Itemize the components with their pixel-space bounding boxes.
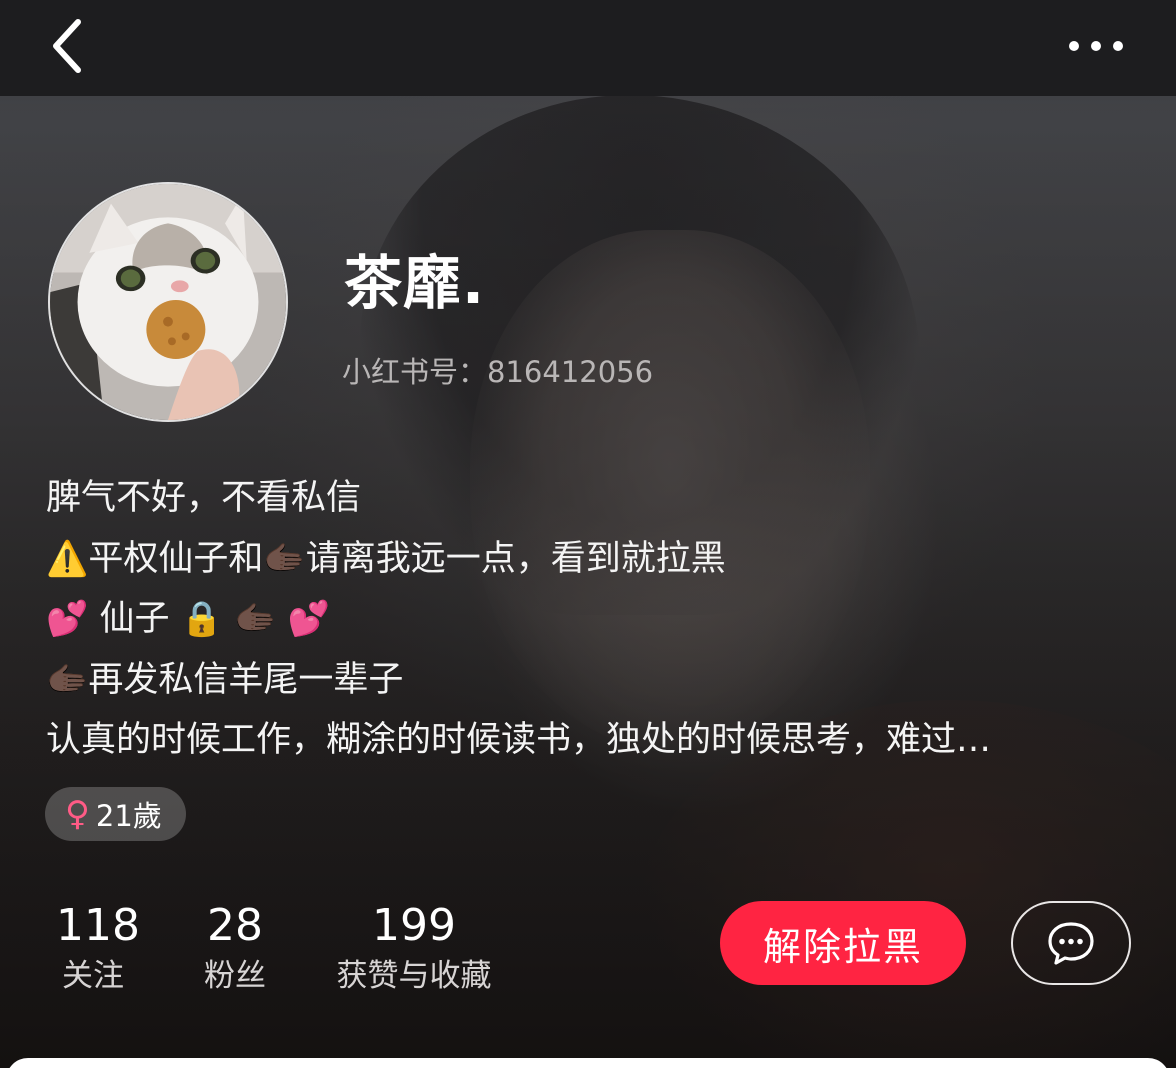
warning-emoji-icon: ⚠️ — [46, 538, 89, 579]
chat-bubble-icon — [1048, 922, 1094, 965]
following-label: 关注 — [62, 958, 124, 994]
bio-line-2: ⚠️平权仙子和🫱🏿请离我远一点，看到就拉黑 — [46, 538, 726, 579]
profile-screen: 茶靡. 小红书号：816412056 脾气不好，不看私信 ⚠️平权仙子和🫱🏿请离… — [0, 0, 1176, 1068]
two-hearts-emoji-icon: 💕 — [287, 599, 330, 639]
content-sheet-edge — [6, 1058, 1170, 1068]
bio[interactable]: 脾气不好，不看私信 ⚠️平权仙子和🫱🏿请离我远一点，看到就拉黑 💕 仙子 🔒 🫱… — [46, 468, 1126, 771]
red-id[interactable]: 小红书号：816412056 — [342, 352, 653, 392]
hand-emoji-icon: 🫱🏿 — [46, 659, 89, 700]
bio-line-4: 🫱🏿再发私信羊尾一辈子 — [46, 659, 404, 700]
avatar[interactable] — [48, 182, 288, 422]
message-button[interactable] — [1011, 901, 1131, 985]
hand-emoji-icon: 🫱🏿 — [234, 599, 277, 639]
followers-count: 28 — [207, 900, 263, 951]
followers-label: 粉丝 — [204, 958, 266, 994]
stat-followers[interactable]: 28 粉丝 — [200, 898, 270, 998]
back-button[interactable] — [40, 14, 100, 78]
nickname: 茶靡. — [344, 249, 486, 317]
following-count: 118 — [56, 900, 140, 951]
lock-emoji-icon: 🔒 — [180, 599, 223, 639]
more-dots-icon — [1069, 41, 1123, 51]
bio-line-3: 💕 仙子 🔒 🫱🏿 💕 — [46, 599, 330, 639]
red-id-value: 816412056 — [487, 355, 654, 389]
age-gender-tag: ♀ 21歲 — [45, 787, 186, 841]
stat-likes-collects[interactable]: 199 获赞与收藏 — [328, 898, 500, 998]
hand-emoji-icon: 🫱🏿 — [263, 538, 306, 579]
red-id-label: 小红书号： — [342, 355, 488, 389]
female-symbol-icon: ♀ — [65, 794, 90, 834]
top-nav-bar — [0, 0, 1176, 96]
two-hearts-emoji-icon: 💕 — [46, 599, 89, 639]
stat-following[interactable]: 118 关注 — [56, 898, 140, 998]
more-options-button[interactable] — [1056, 24, 1136, 68]
likes-collects-count: 199 — [372, 900, 456, 951]
bio-line-1: 脾气不好，不看私信 — [46, 478, 362, 518]
likes-collects-label: 获赞与收藏 — [336, 958, 492, 994]
age-label: 21歲 — [95, 799, 162, 833]
unblock-button[interactable]: 解除拉黑 — [720, 901, 966, 985]
chevron-left-icon — [53, 19, 81, 73]
cat-avatar-image — [50, 184, 286, 420]
bio-line-5: 认真的时候工作，糊涂的时候读书，独处的时候思考，难过… — [46, 720, 992, 760]
